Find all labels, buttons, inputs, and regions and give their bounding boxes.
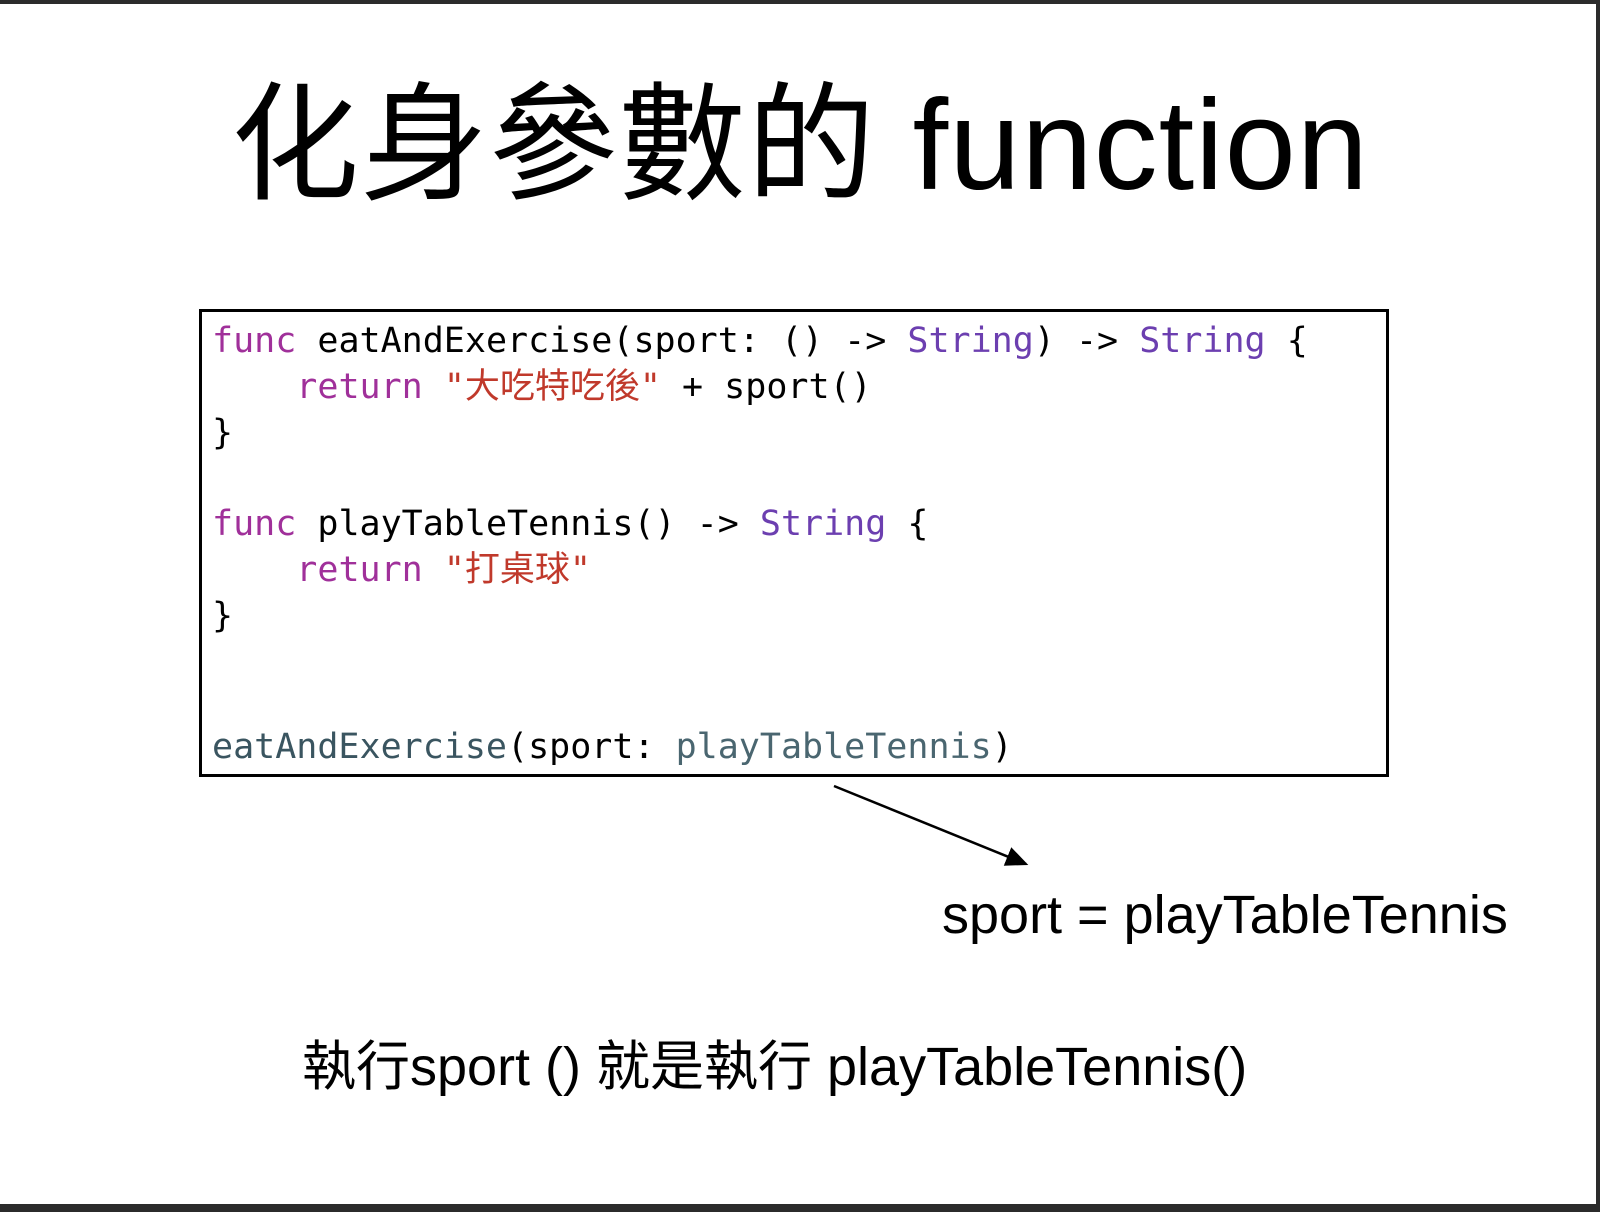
- code-text: + sport(): [660, 367, 872, 407]
- code-brace: }: [212, 413, 234, 453]
- code-brace: }: [212, 596, 234, 636]
- code-argument: playTableTennis: [675, 727, 992, 767]
- annotation-text: sport = playTableTennis: [942, 885, 1508, 945]
- slide-title: 化身參數的 function: [231, 74, 1369, 217]
- code-text: eatAndExercise(sport: () ->: [296, 321, 908, 361]
- code-line-2: return "大吃特吃後" + sport(): [212, 364, 872, 410]
- code-line-3: }: [212, 410, 233, 456]
- code-string: "大吃特吃後": [443, 367, 661, 407]
- code-line-5: func playTableTennis() -> String {: [212, 501, 928, 547]
- code-text: {: [886, 504, 929, 544]
- code-keyword: return: [296, 550, 423, 590]
- code-line-1: func eatAndExercise(sport: () -> String)…: [212, 318, 1308, 364]
- code-text: playTableTennis() ->: [296, 504, 760, 544]
- code-line-7: }: [212, 593, 233, 639]
- code-text: {: [1265, 321, 1308, 361]
- code-text: ) ->: [1033, 321, 1140, 361]
- code-type: String: [907, 321, 1034, 361]
- code-text: (sport:: [507, 727, 676, 767]
- code-block: func eatAndExercise(sport: () -> String)…: [199, 309, 1389, 777]
- code-type: String: [759, 504, 887, 544]
- slide: 化身參數的 function func eatAndExercise(sport…: [0, 4, 1596, 1204]
- code-line-6: return "打桌球": [212, 547, 591, 593]
- code-text: ): [991, 727, 1013, 767]
- code-string: "打桌球": [443, 550, 591, 590]
- code-line-10: eatAndExercise(sport: playTableTennis): [212, 724, 1013, 770]
- code-type: String: [1139, 321, 1266, 361]
- code-keyword: func: [212, 504, 297, 544]
- explanation-text: 執行sport () 就是執行 playTableTennis(): [302, 1037, 1248, 1097]
- code-function-call: eatAndExercise: [212, 727, 508, 767]
- code-keyword: func: [212, 321, 297, 361]
- code-keyword: return: [296, 367, 423, 407]
